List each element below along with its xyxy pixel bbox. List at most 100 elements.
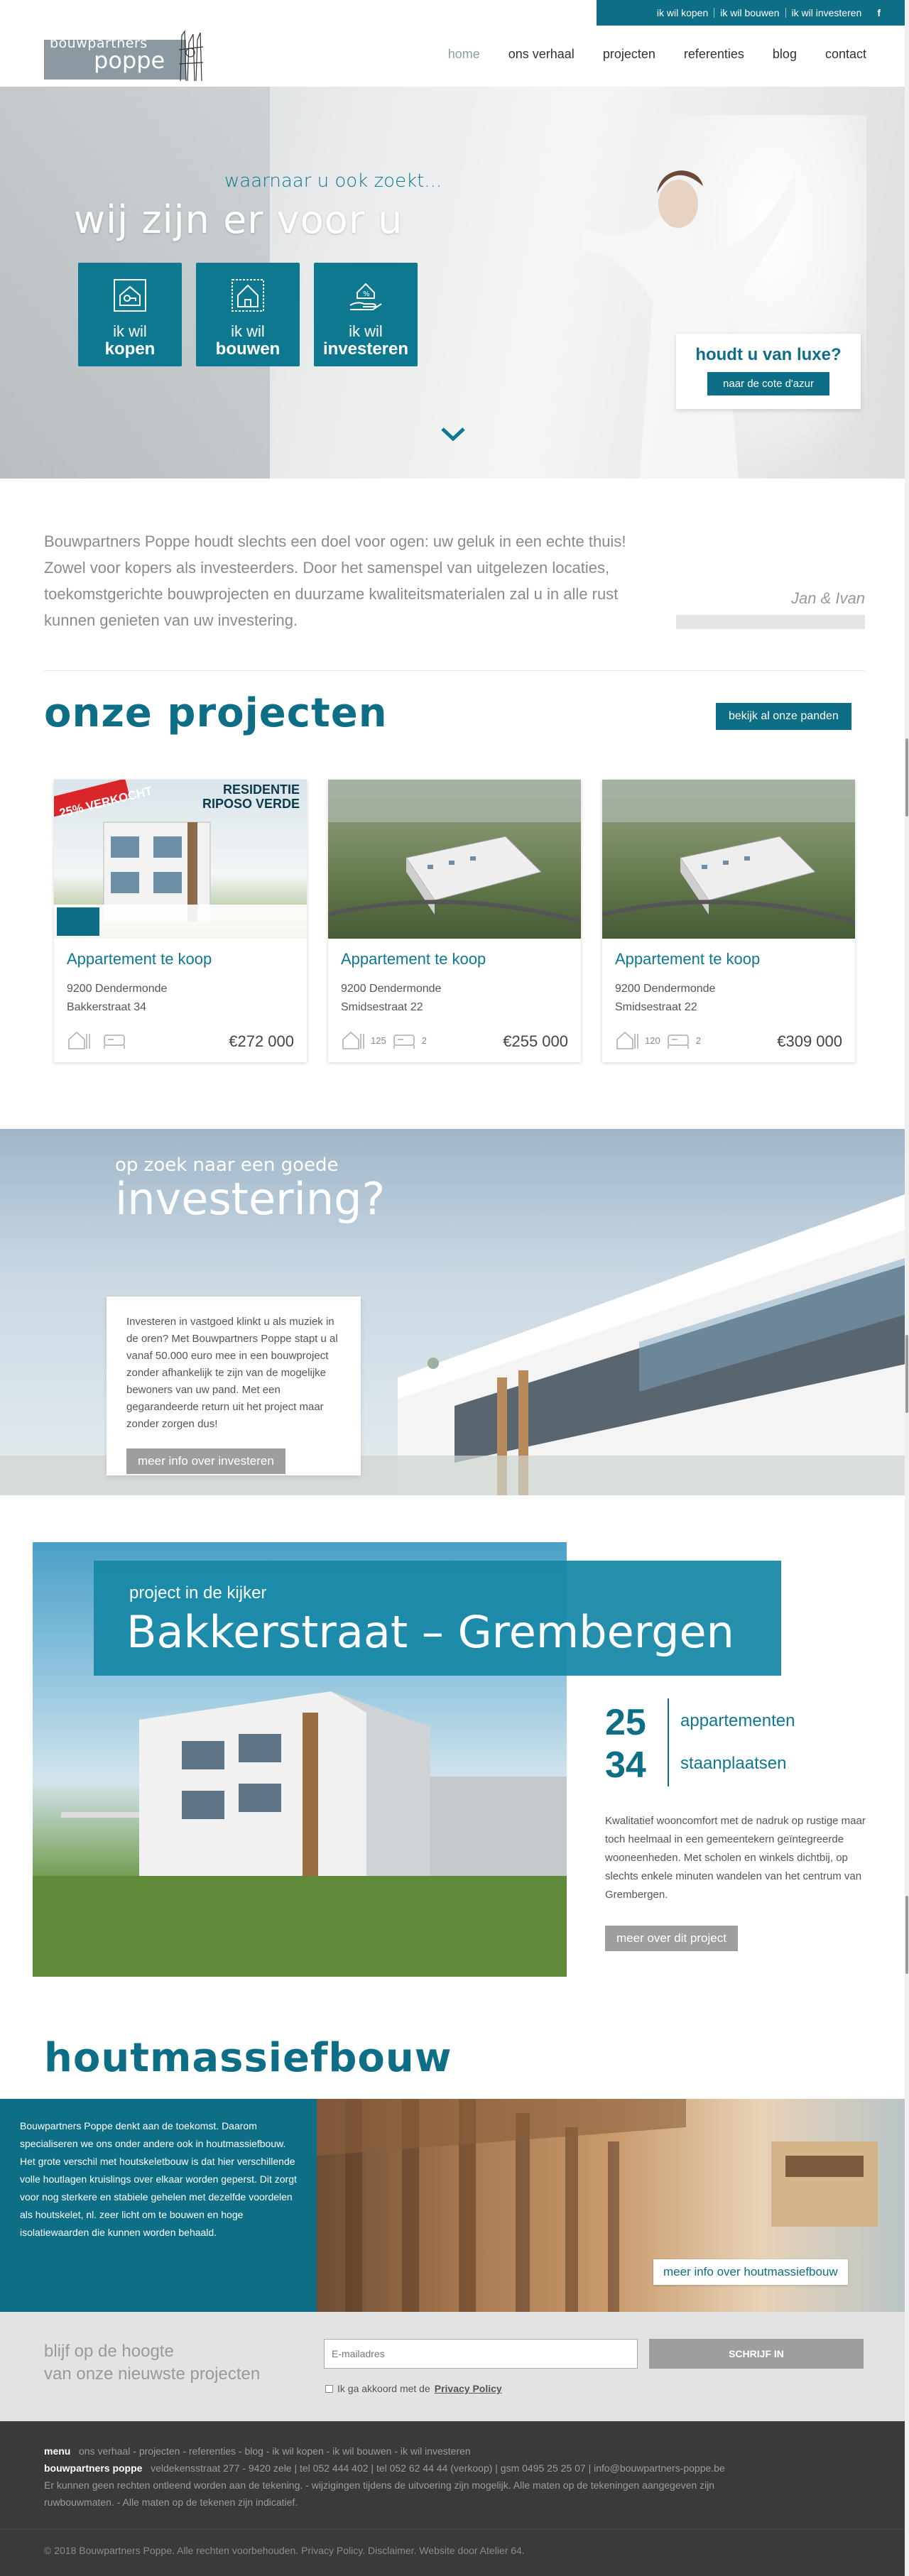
top-link-bouwen[interactable]: ik wil bouwen [714, 8, 786, 18]
project-card[interactable]: Appartement te koop 9200 Dendermonde Smi… [328, 780, 581, 1062]
all-projects-button[interactable]: bekijk al onze panden [716, 703, 851, 730]
hero-subtitle: waarnaar u ook zoekt... [224, 170, 442, 192]
tile-bouwen-line2: bouwen [215, 339, 281, 359]
invest-text: Investeren in vastgoed klinkt u als muzi… [126, 1316, 338, 1430]
nav-ons-verhaal[interactable]: ons verhaal [508, 47, 575, 62]
tile-investeren-line1: ik wil [349, 322, 383, 340]
area-icon [616, 1031, 638, 1049]
page-scrollbar[interactable] [905, 0, 909, 2576]
luxe-callout: houdt u van luxe? naar de cote d'azur [676, 334, 861, 409]
bed-icon [104, 1035, 125, 1049]
tile-bouwen-line1: ik wil [231, 322, 265, 340]
newsletter-title-line1: blijf op de hoogte [44, 2342, 174, 2361]
hero-title: wij zijn er voor u [74, 197, 403, 242]
nav-referenties[interactable]: referenties [684, 47, 744, 62]
footer-menu-links[interactable]: ons verhaal - projecten - referenties - … [79, 2445, 471, 2457]
footer-menu-label: menu [44, 2445, 71, 2457]
hout-text: Bouwpartners Poppe denkt aan de toekomst… [20, 2120, 297, 2238]
project-card[interactable]: Appartement te koop 9200 Dendermonde Smi… [602, 780, 855, 1062]
bed-icon [667, 1035, 689, 1049]
section-divider [44, 670, 865, 671]
nav-projecten[interactable]: projecten [603, 47, 655, 62]
invest-more-button[interactable]: meer info over investeren [126, 1448, 285, 1474]
scrollbar-thumb[interactable] [905, 738, 908, 817]
intro-text: Bouwpartners Poppe houdt slechts een doe… [44, 533, 626, 629]
chevron-down-icon[interactable] [440, 426, 466, 442]
project-card-image [602, 780, 855, 939]
tile-kopen[interactable]: ik wil kopen [78, 263, 182, 366]
project-card[interactable]: 25% VERKOCHT RESIDENTIE RIPOSO VERDE App… [54, 780, 307, 1062]
project-card-street: Smidsestraat 22 [615, 1001, 697, 1013]
hero-tiles: ik wil kopen ik wil bouwen % ik wil inve… [78, 263, 418, 366]
newsletter-title: blijf op de hoogte van onze nieuwste pro… [44, 2340, 260, 2386]
rooms-value: 2 [695, 1035, 701, 1046]
project-card-features: 125 2 [341, 1030, 427, 1051]
projects-title: onze projecten [44, 690, 388, 736]
aerial-render-image [328, 780, 581, 924]
kijker-more-button[interactable]: meer over dit project [605, 1926, 738, 1951]
logo[interactable]: bouwpartners poppe [44, 28, 207, 82]
stat-parking-number: 34 [605, 1745, 646, 1786]
footer-disclaimer-1: Er kunnen geen rechten ontleend worden a… [44, 2479, 715, 2491]
intro-signature: Jan & Ivan [791, 589, 865, 607]
scrollbar-thumb[interactable] [905, 1335, 908, 1413]
project-card-image [328, 780, 581, 939]
nav-blog[interactable]: blog [773, 47, 797, 62]
subscribe-button[interactable]: SCHRIJF IN [649, 2339, 864, 2369]
tile-kopen-line1: ik wil [113, 322, 147, 340]
residence-label: RESIDENTIE RIPOSO VERDE [202, 782, 300, 811]
scrollbar-thumb[interactable] [905, 1896, 908, 1974]
footer-menu-row: menu ons verhaal - projecten - referenti… [44, 2443, 471, 2460]
privacy-checkbox[interactable] [325, 2384, 333, 2393]
tile-investeren[interactable]: % ik wil investeren [314, 263, 418, 366]
tile-bouwen[interactable]: ik wil bouwen [196, 263, 300, 366]
project-card-price: €255 000 [503, 1032, 568, 1050]
project-card-title: Appartement te koop [67, 950, 212, 968]
hero: waarnaar u ook zoekt... wij zijn er voor… [0, 87, 909, 479]
tile-investeren-line2: investeren [322, 339, 409, 359]
kijker-subtitle: project in de kijker [129, 1583, 267, 1603]
kijker-title: Bakkerstraat – Grembergen [126, 1606, 734, 1658]
nav-home[interactable]: home [448, 47, 480, 62]
stat-parking-label: staanplaatsen [680, 1754, 787, 1773]
email-input[interactable] [324, 2339, 638, 2369]
stat-divider [668, 1698, 669, 1786]
logo-sketch-icon [178, 30, 204, 81]
top-link-kopen[interactable]: ik wil kopen [651, 8, 715, 18]
bed-icon [393, 1035, 415, 1049]
luxe-button[interactable]: naar de cote d'azur [707, 372, 829, 395]
invest-title: investering? [115, 1173, 386, 1225]
facebook-icon[interactable]: f [877, 7, 881, 18]
hero-person-image [582, 170, 795, 479]
invest-section: op zoek naar een goede investering? Inve… [0, 1129, 909, 1495]
newsletter-title-line2: van onze nieuwste projecten [44, 2364, 261, 2384]
project-card-title: Appartement te koop [615, 950, 761, 968]
top-link-investeren[interactable]: ik wil investeren [786, 8, 868, 18]
area-icon [342, 1031, 364, 1049]
nav-contact[interactable]: contact [825, 47, 866, 62]
project-card-features [67, 1030, 132, 1051]
project-card-price: €272 000 [229, 1032, 294, 1050]
hout-panel: Bouwpartners Poppe denkt aan de toekomst… [0, 2099, 317, 2312]
invest-textbox: Investeren in vastgoed klinkt u als muzi… [107, 1297, 361, 1475]
project-card-city: 9200 Dendermonde [341, 983, 442, 995]
project-card-city: 9200 Dendermonde [67, 983, 168, 995]
hout-more-button[interactable]: meer info over houtmassiefbouw [653, 2259, 848, 2285]
stat-apartments-number: 25 [605, 1702, 646, 1743]
newsletter-section: blijf op de hoogte van onze nieuwste pro… [0, 2312, 909, 2421]
project-card-price: €309 000 [777, 1032, 842, 1050]
stat-apartments-label: appartementen [680, 1711, 795, 1730]
footer-copyright: © 2018 Bouwpartners Poppe. Alle rechten … [44, 2545, 525, 2556]
signature-bar [676, 615, 865, 629]
hout-title: houtmassiefbouw [44, 2035, 452, 2081]
page: ik wil kopen ik wil bouwen ik wil invest… [0, 0, 909, 2576]
footer-disclaimer-2: ruwbouwmaten. - Alle maten op de tekenen… [44, 2496, 298, 2508]
project-card-street: Bakkerstraat 34 [67, 1001, 147, 1013]
project-card-street: Smidsestraat 22 [341, 1001, 423, 1013]
house-blueprint-icon [232, 279, 264, 312]
top-bar: ik wil kopen ik wil bouwen ik wil invest… [0, 0, 909, 26]
header: bouwpartners poppe home ons verhaal proj… [0, 26, 909, 87]
svg-text:%: % [363, 290, 370, 298]
privacy-policy-link[interactable]: Privacy Policy [435, 2383, 502, 2394]
area-value: 120 [645, 1035, 660, 1046]
